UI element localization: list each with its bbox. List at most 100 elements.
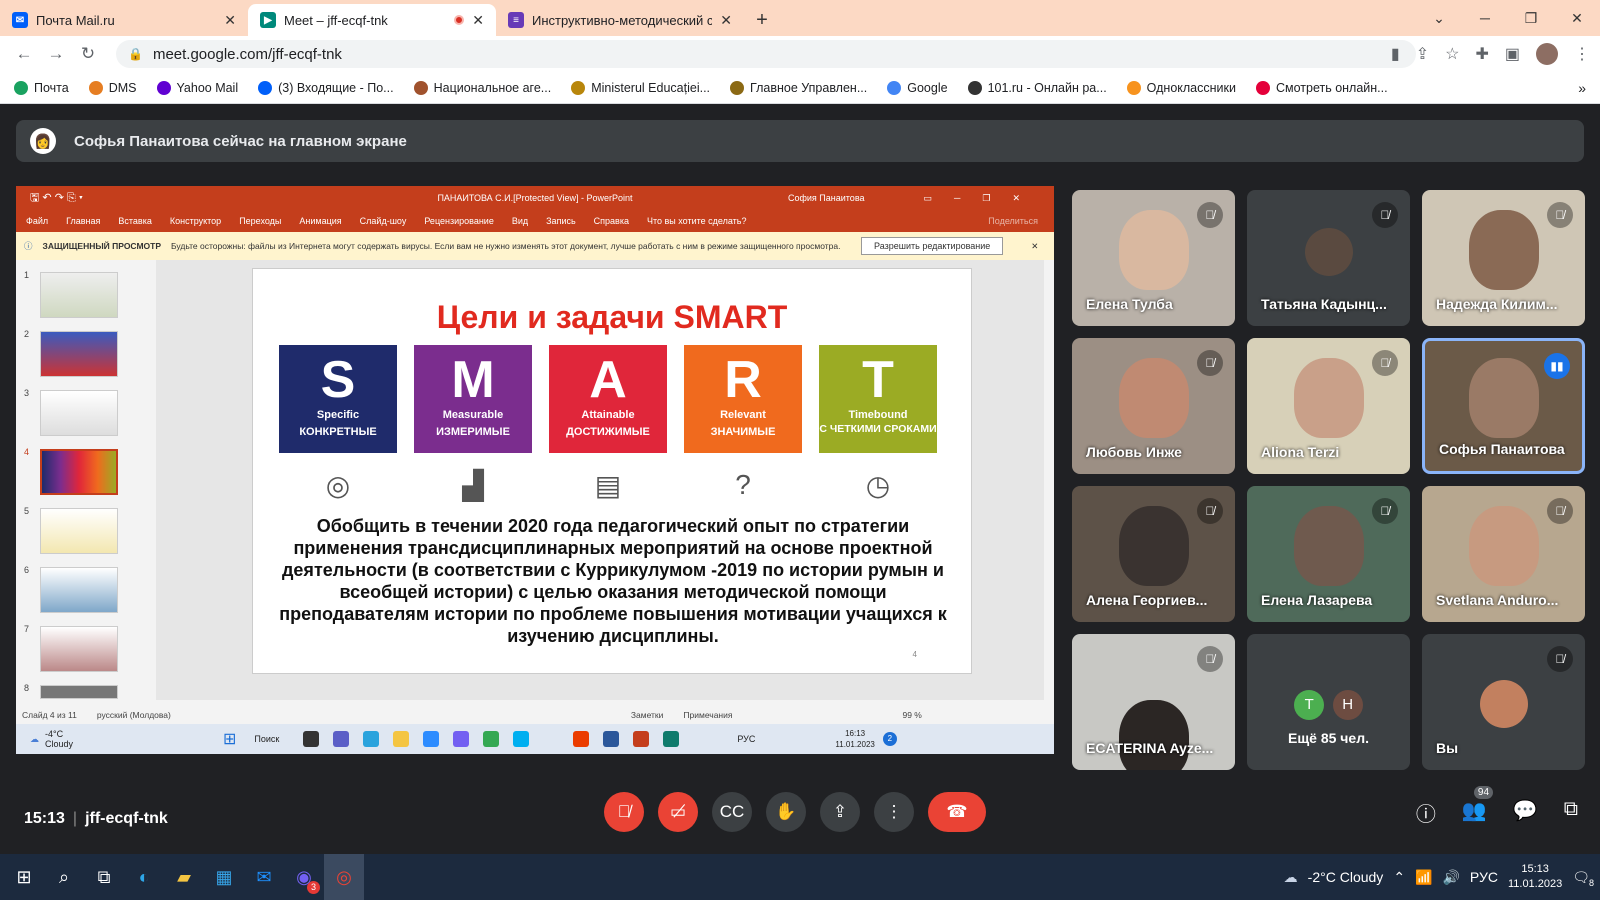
bookmark[interactable]: Google xyxy=(887,80,948,95)
bookmark[interactable]: Главное Управлен... xyxy=(730,80,867,95)
people-icon[interactable]: 👥 94 xyxy=(1462,786,1494,827)
sidebar-icon[interactable]: ▣ xyxy=(1505,44,1520,64)
video-feed xyxy=(1118,357,1189,438)
smart-letter: A xyxy=(589,351,627,409)
volume-icon[interactable]: 🔊 xyxy=(1442,869,1459,886)
windows-start-icon[interactable]: ⊞ xyxy=(4,854,44,900)
reload-icon[interactable]: ↻ xyxy=(72,44,104,64)
tab-forms[interactable]: ≡ Инструктивно-методический се ✕ xyxy=(496,4,744,36)
star-icon[interactable]: ☆ xyxy=(1445,44,1459,64)
participant-tile[interactable]: 🎙̸ ECATERINA Ayze... xyxy=(1072,634,1235,770)
ribbon-tab: Вставка xyxy=(118,216,152,226)
extensions-icon[interactable]: ✚ xyxy=(1475,44,1488,64)
cloud-icon: ☁ xyxy=(30,733,39,744)
smart-en: Attainable xyxy=(581,409,635,421)
meeting-details-icon[interactable]: ⓘ xyxy=(1416,798,1436,827)
close-icon[interactable]: ✕ xyxy=(720,12,732,29)
captions-button[interactable]: CC xyxy=(712,792,752,832)
mail-icon[interactable]: ✉ xyxy=(244,854,284,900)
windows-start-icon: ⊞ xyxy=(223,731,237,748)
present-button[interactable]: ⇪ xyxy=(820,792,860,832)
remote-date: 11.01.2023 xyxy=(835,740,875,749)
activities-icon[interactable]: ⧉ xyxy=(1564,798,1578,827)
people-count-badge: 94 xyxy=(1473,786,1494,799)
ribbon-tab: Файл xyxy=(26,216,49,226)
close-icon[interactable]: ✕ xyxy=(472,12,484,29)
menu-icon[interactable]: ⋮ xyxy=(1574,44,1590,64)
network-icon[interactable]: 📶 xyxy=(1415,869,1432,886)
more-participants-tile[interactable]: T H Ещё 85 чел. xyxy=(1247,634,1410,770)
target-icon: ◎ xyxy=(325,470,351,501)
bookmark[interactable]: DMS xyxy=(88,80,137,95)
participant-tile-speaking[interactable]: ▮▮ Софья Панаитова xyxy=(1422,338,1585,474)
more-bookmarks-icon[interactable]: » xyxy=(1578,80,1586,96)
file-explorer-icon[interactable]: ▰ xyxy=(164,854,204,900)
powerpoint-titlebar: 🖫 ↶ ↷ ⎘ ▾ ПАНАИТОВА С.И.[Protected View]… xyxy=(16,186,1054,210)
participant-name: Елена Лазарева xyxy=(1261,592,1373,608)
url-bar[interactable]: 🔒 meet.google.com/jff-ecqf-tnk xyxy=(116,40,1416,68)
tab-meet[interactable]: ▶ Meet – jff-ecqf-tnk ✕ xyxy=(248,4,496,36)
bookmark[interactable]: 101.ru - Онлайн ра... xyxy=(967,80,1107,95)
participant-tile[interactable]: 🎙̸ Надежда Килим... xyxy=(1422,190,1585,326)
powerpoint-user: София Панаитова xyxy=(788,193,865,203)
search-icon[interactable]: ⌕ xyxy=(44,854,84,900)
edge-icon[interactable]: ◐ xyxy=(124,854,164,900)
participant-tile[interactable]: 🎙̸ Любовь Инже xyxy=(1072,338,1235,474)
protected-view-bar: ⓘ ЗАЩИЩЕННЫЙ ПРОСМОТР Будьте осторожны: … xyxy=(16,232,1054,260)
back-icon[interactable]: ← xyxy=(8,44,40,64)
close-icon[interactable]: ✕ xyxy=(224,12,236,29)
task-view-icon[interactable]: ⧉ xyxy=(84,854,124,900)
store-icon[interactable]: ▦ xyxy=(204,854,244,900)
mic-off-icon: 🎙̸ xyxy=(1372,498,1398,524)
minimize-icon[interactable]: ─ xyxy=(1462,0,1508,36)
participant-tile[interactable]: 🎙̸ Svetlana Anduro... xyxy=(1422,486,1585,622)
profile-avatar[interactable] xyxy=(1536,43,1558,65)
leave-call-button[interactable]: ☎ xyxy=(928,792,986,832)
participant-name: Софья Панаитова xyxy=(1439,441,1565,457)
smart-letter: M xyxy=(451,351,495,409)
participant-tile[interactable]: 🎙̸ Aliona Terzi xyxy=(1247,338,1410,474)
smart-letter: T xyxy=(862,351,894,409)
chrome-icon[interactable]: ◎ xyxy=(324,854,364,900)
system-clock[interactable]: 15:13 11.01.2023 xyxy=(1508,862,1562,892)
bookmark[interactable]: Почта xyxy=(14,80,69,95)
participant-tile[interactable]: 🎙̸ Алена Георгиев... xyxy=(1072,486,1235,622)
participant-tile[interactable]: 🎙̸ Татьяна Кадынц... xyxy=(1247,190,1410,326)
bookmark[interactable]: Смотреть онлайн... xyxy=(1255,80,1388,95)
bookmark[interactable]: Одноклассники xyxy=(1126,80,1236,95)
participant-tile[interactable]: 🎙̸ Елена Лазарева xyxy=(1247,486,1410,622)
bookmark[interactable]: Ministerul Educației... xyxy=(571,80,710,95)
video-feed xyxy=(1118,505,1189,586)
cloud-icon: ☁ xyxy=(1283,868,1298,885)
camera-toggle-button[interactable]: ▭̸ xyxy=(658,792,698,832)
camera-icon[interactable]: ▮ xyxy=(1391,44,1400,64)
tab-mail[interactable]: ✉ Почта Mail.ru ✕ xyxy=(0,4,248,36)
new-tab-button[interactable]: + xyxy=(744,4,780,36)
bookmark[interactable]: (3) Входящие - По... xyxy=(258,80,394,95)
smart-box-t: T Timebound С ЧЕТКИМИ СРОКАМИ xyxy=(819,345,937,453)
slide: Цели и задачи SMART S Specific КОНКРЕТНЫ… xyxy=(252,268,972,674)
share-icon[interactable]: ⇪ xyxy=(1416,44,1429,64)
close-window-icon[interactable]: ✕ xyxy=(1554,0,1600,36)
bookmark[interactable]: Национальное аге... xyxy=(413,80,551,95)
tab-search-icon[interactable]: ⌄ xyxy=(1416,0,1462,36)
forward-icon[interactable]: → xyxy=(40,44,72,64)
viber-icon[interactable]: ◉ 3 xyxy=(284,854,324,900)
mic-toggle-button[interactable]: 🎙̸ xyxy=(604,792,644,832)
show-hidden-icons[interactable]: ⌃ xyxy=(1393,869,1405,886)
video-feed xyxy=(1293,505,1364,586)
notifications-icon[interactable]: 🗨 8 xyxy=(1572,869,1594,888)
participant-tile[interactable]: 🎙̸ Елена Тулба xyxy=(1072,190,1235,326)
slide-thumb xyxy=(40,272,118,318)
language-indicator[interactable]: РУС xyxy=(1470,869,1498,885)
bookmark[interactable]: Yahoo Mail xyxy=(156,80,238,95)
weather-text[interactable]: -2°C Cloudy xyxy=(1308,869,1384,885)
restore-icon[interactable]: ❐ xyxy=(1508,0,1554,36)
raise-hand-button[interactable]: ✋ xyxy=(766,792,806,832)
more-options-button[interactable]: ⋮ xyxy=(874,792,914,832)
chat-icon[interactable]: 💬 xyxy=(1513,798,1538,827)
self-tile[interactable]: 🎙̸ Вы xyxy=(1422,634,1585,770)
smart-icons: ◎ ▟ ▤ ? ◷ xyxy=(279,469,937,502)
participant-name: Елена Тулба xyxy=(1086,296,1173,312)
slide-thumb xyxy=(40,390,118,436)
